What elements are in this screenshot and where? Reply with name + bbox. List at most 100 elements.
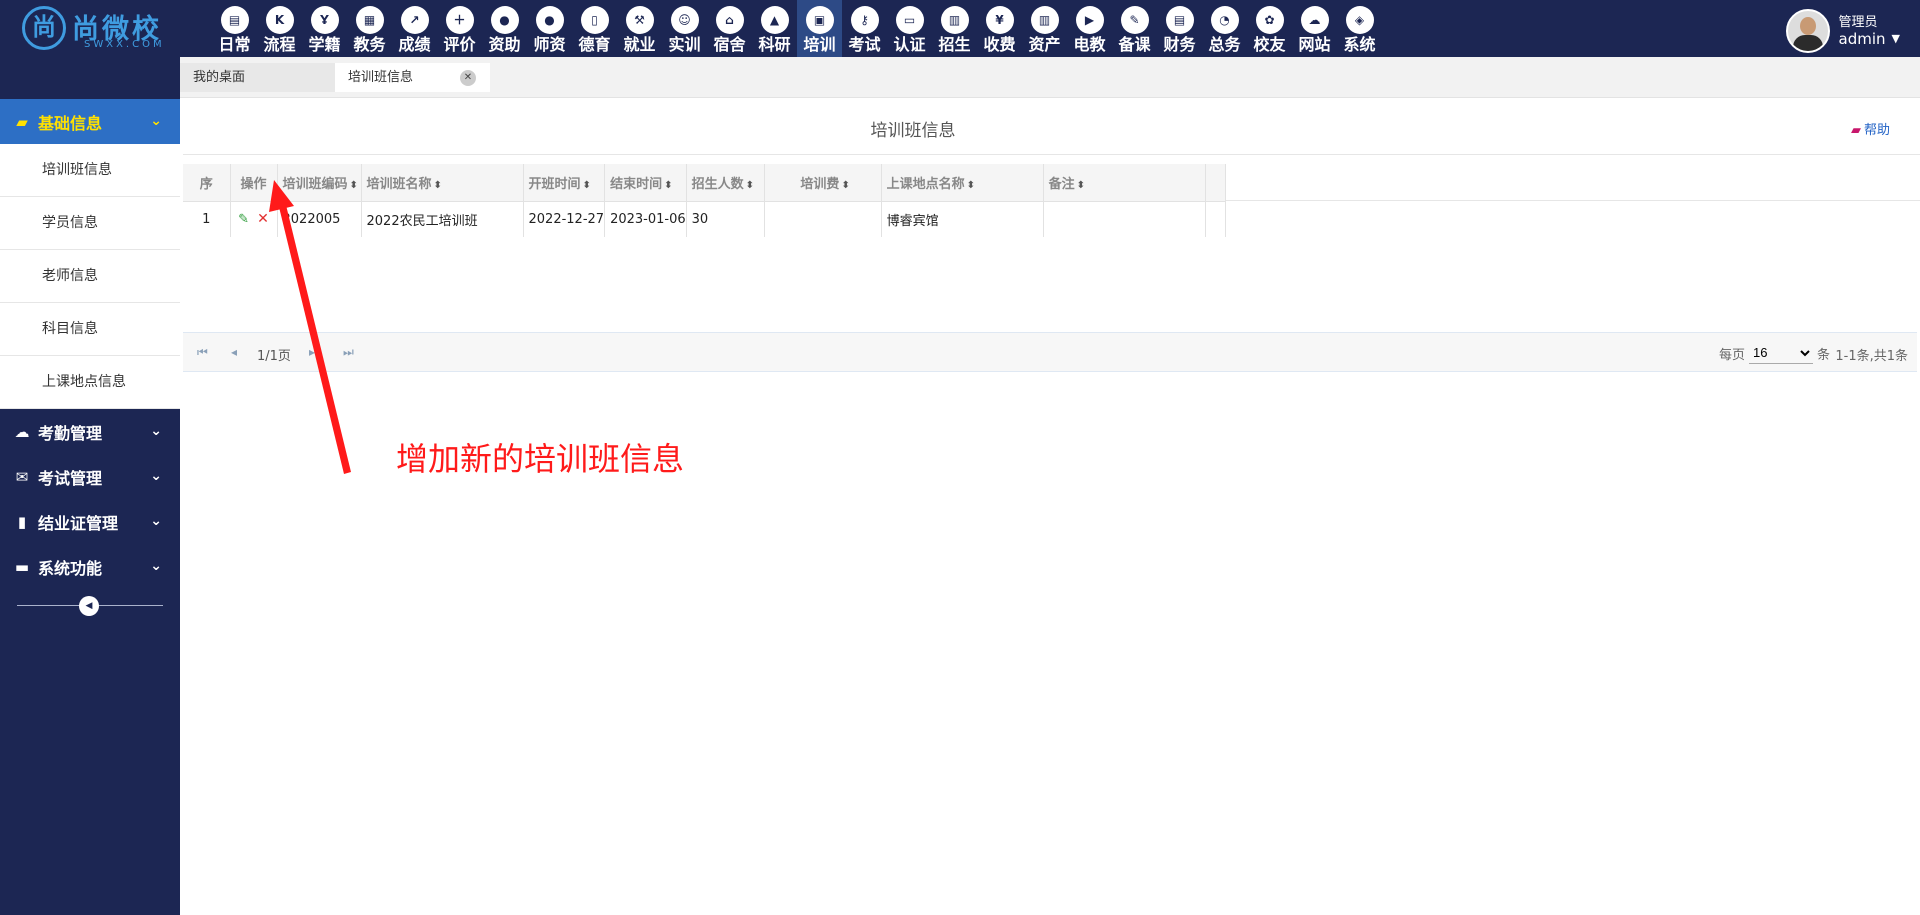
sidebar-group-3[interactable]: ▮ 结业证管理 ⌄	[0, 499, 180, 544]
nav-item-12[interactable]: ⌂ 宿舍	[707, 0, 752, 57]
nav-item-25[interactable]: ☁ 网站	[1292, 0, 1337, 57]
user-icon: ●	[490, 6, 519, 34]
chevron-down-icon: ⌄	[150, 113, 162, 129]
sort-icon[interactable]: ⬍	[746, 180, 754, 191]
column-header[interactable]: 培训费 ⬍	[764, 164, 882, 201]
nav-item-8[interactable]: ● 师资	[527, 0, 572, 57]
nav-item-15[interactable]: ⚷ 考试	[842, 0, 887, 57]
nav-item-6[interactable]: ＋评价	[437, 0, 482, 57]
column-header[interactable]: 备注 ⬍	[1043, 164, 1206, 201]
nav-item-1[interactable]: ▤ 日常	[212, 0, 257, 57]
nav-item-26[interactable]: ◈ 系统	[1337, 0, 1382, 57]
nav-item-16[interactable]: ▭ 认证	[887, 0, 932, 57]
column-header[interactable]: 培训班编码 ⬍	[277, 164, 362, 201]
sidebar-item-2[interactable]: 学员信息	[0, 197, 180, 250]
page-info: 1/1页	[257, 349, 291, 364]
column-header[interactable]: 结束时间 ⬍	[604, 164, 687, 201]
sort-icon[interactable]: ⬍	[350, 180, 358, 191]
sort-icon[interactable]: ⬍	[841, 180, 849, 191]
column-label: 培训班名称	[366, 176, 432, 192]
nav-item-4[interactable]: ▦ 教务	[347, 0, 392, 57]
sort-icon[interactable]: ⬍	[664, 180, 672, 191]
prev-page-icon[interactable]: ◂	[231, 345, 237, 359]
chevron-down-icon[interactable]: ▼	[1892, 32, 1900, 45]
nav-item-20[interactable]: ▶ 电教	[1067, 0, 1112, 57]
sidebar-group-label: 结业证管理	[38, 513, 119, 533]
nav-item-2[interactable]: K 流程	[257, 0, 302, 57]
sidebar-item-1[interactable]: 培训班信息	[0, 144, 180, 197]
collapse-sidebar-icon[interactable]: ◀	[79, 596, 99, 616]
sidebar-group-4[interactable]: ▬ 系统功能 ⌄	[0, 544, 180, 589]
hammer-icon: ⚒	[625, 6, 654, 34]
edit-icon: ✎	[1120, 6, 1149, 34]
table-cell: 2022农民工培训班	[361, 200, 524, 237]
avatar[interactable]	[1785, 9, 1830, 53]
sidebar-group-label: 基础信息	[38, 113, 103, 133]
nav-item-19[interactable]: ▥ 资产	[1022, 0, 1067, 57]
chevron-down-icon: ⌄	[150, 468, 162, 484]
nav-item-14[interactable]: ▣ 培训	[797, 0, 842, 57]
train-icon: ▥	[1030, 6, 1059, 34]
delete-icon[interactable]: ✕	[257, 211, 269, 227]
sidebar-sub-list: 培训班信息 学员信息 老师信息 科目信息 上课地点信息	[0, 144, 180, 409]
dashboard-icon: ◔	[1210, 6, 1239, 34]
nav-item-9[interactable]: ▯ 德育	[572, 0, 617, 57]
sort-icon[interactable]: ⬍	[967, 180, 975, 191]
nav-item-22[interactable]: ▤ 财务	[1157, 0, 1202, 57]
nav-label: 培训	[803, 35, 836, 54]
user-text[interactable]: 管理员 admin	[1839, 15, 1886, 47]
close-icon[interactable]: ✕	[460, 70, 476, 86]
edit-icon[interactable]: ✎	[238, 212, 249, 227]
nav-item-21[interactable]: ✎ 备课	[1112, 0, 1157, 57]
nav-item-18[interactable]: ¥ 收费	[977, 0, 1022, 57]
nav-item-23[interactable]: ◔ 总务	[1202, 0, 1247, 57]
person-icon: Ұ	[310, 6, 339, 34]
column-header[interactable]: 上课地点名称 ⬍	[881, 164, 1044, 201]
column-header[interactable]: 开班时间 ⬍	[523, 164, 606, 201]
sidebar-item-3[interactable]: 老师信息	[0, 250, 180, 303]
tab-my-desktop[interactable]: 我的桌面	[180, 63, 335, 92]
user-menu[interactable]: 管理员 admin ▼	[1785, 8, 1900, 54]
table-cell	[764, 200, 882, 237]
first-page-icon[interactable]: ⏮	[197, 345, 208, 360]
nav-item-5[interactable]: ↗ 成绩	[392, 0, 437, 57]
yen-icon: ¥	[985, 6, 1014, 34]
per-page-unit: 条	[1817, 347, 1831, 363]
newspaper-icon: ▤	[1165, 6, 1194, 34]
sidebar-groups: ☁ 考勤管理 ⌄ ✉ 考试管理 ⌄ ▮ 结业证管理 ⌄ ▬ 系统功能 ⌄	[0, 409, 180, 589]
nav-item-13[interactable]: ▲ 科研	[752, 0, 797, 57]
sort-icon[interactable]: ⬍	[434, 180, 442, 191]
last-page-icon[interactable]: ⏭	[343, 345, 354, 360]
nav-label: 日常	[218, 35, 251, 54]
sidebar-group-2[interactable]: ✉ 考试管理 ⌄	[0, 454, 180, 499]
column-header[interactable]: 培训班名称 ⬍	[361, 164, 524, 201]
main-area: 我的桌面 培训班信息 ✕ 培训班信息 ▰帮助 ↻刷新✚增加✂清空🔍︎查询⇥导出⇤…	[180, 57, 1920, 915]
next-page-icon[interactable]: ▸	[309, 345, 315, 359]
file-icon: ▮	[17, 512, 27, 531]
logo[interactable]: 尚 尚微校 SWXX.COM	[22, 5, 172, 53]
nav-item-3[interactable]: Ұ 学籍	[302, 0, 347, 57]
column-label: 培训费	[800, 176, 840, 192]
image-icon: ▣	[805, 6, 834, 34]
nav-item-17[interactable]: ▥ 招生	[932, 0, 977, 57]
page-size-select[interactable]: 16	[1749, 342, 1814, 364]
sidebar-item-4[interactable]: 科目信息	[0, 303, 180, 356]
nav-item-10[interactable]: ⚒ 就业	[617, 0, 662, 57]
nav-item-7[interactable]: ● 资助	[482, 0, 527, 57]
sidebar-item-5[interactable]: 上课地点信息	[0, 356, 180, 409]
help-link[interactable]: ▰ 帮助	[1851, 119, 1890, 138]
nav-item-11[interactable]: ☺ 实训	[662, 0, 707, 57]
data-grid: 序操作 培训班编码 ⬍ 培训班名称 ⬍ 开班时间 ⬍ 结束时间 ⬍ 招生人数 ⬍ 培训费 ⬍ 上课地点名称…	[183, 164, 1917, 237]
nav-item-24[interactable]: ✿ 校友	[1247, 0, 1292, 57]
sort-icon[interactable]: ⬍	[583, 180, 591, 191]
table-cell: 2022005	[277, 200, 362, 237]
nav-label: 资产	[1028, 35, 1061, 54]
nav-label: 备课	[1118, 35, 1151, 54]
sidebar-group-1[interactable]: ☁ 考勤管理 ⌄	[0, 409, 180, 454]
column-header[interactable]: 招生人数 ⬍	[686, 164, 765, 201]
sidebar-group-basic-info[interactable]: ▰ 基础信息 ⌄	[0, 99, 180, 144]
sort-icon[interactable]: ⬍	[1077, 180, 1085, 191]
nav-label: 系统	[1343, 35, 1376, 54]
table-cell: ✎ ✕	[230, 200, 278, 237]
table-row[interactable]: 1 ✎ ✕ 2022005 2022农民工培训班 2022-12-27 2023-01-06…	[183, 200, 1226, 237]
